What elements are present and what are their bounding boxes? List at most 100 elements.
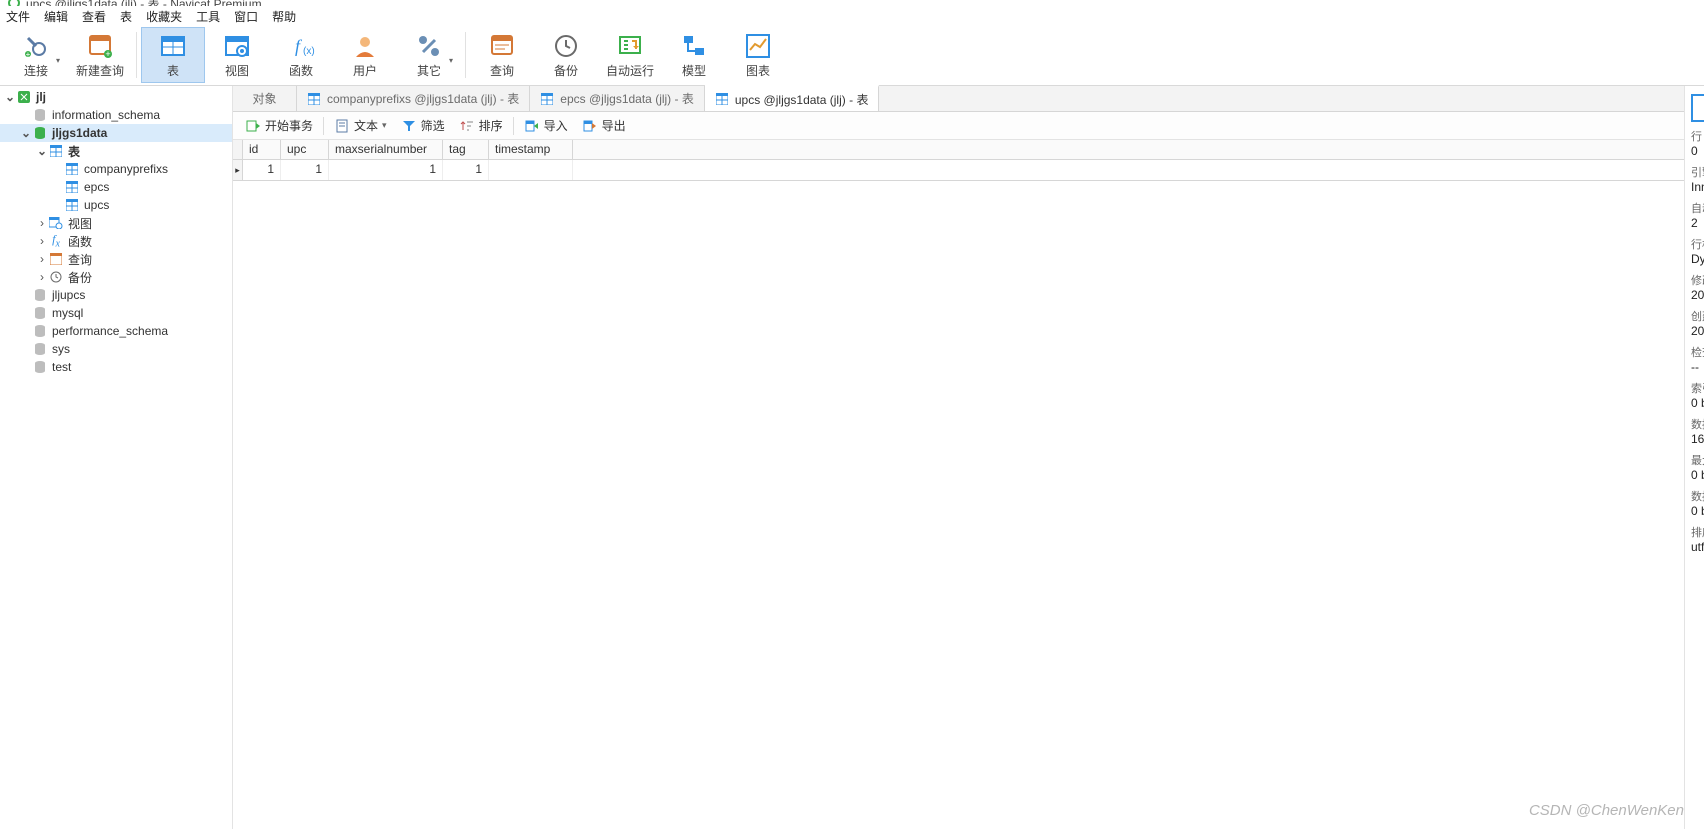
export-icon	[582, 118, 598, 134]
toolbar-button-func[interactable]: f(x)函数	[269, 27, 333, 83]
column-header-maxserialnumber[interactable]: maxserialnumber	[329, 140, 443, 159]
column-header-tag[interactable]: tag	[443, 140, 489, 159]
tree-item-jljupcs[interactable]: jljupcs	[0, 286, 232, 304]
menu-item-0[interactable]: 文件	[6, 8, 30, 26]
toolbar-label: 函数	[289, 62, 313, 79]
data-grid[interactable]: idupcmaxserialnumbertagtimestamp▸1111	[233, 140, 1684, 181]
connection-tree[interactable]: ⌄jljinformation_schema ⌄ jljgs1data ⌄表compa…	[0, 86, 233, 829]
auto-icon	[616, 32, 644, 60]
info-label: 数据	[1691, 488, 1704, 504]
cell-maxserialnumber[interactable]: 1	[329, 160, 443, 180]
export-button[interactable]: 导出	[576, 115, 632, 136]
menu-item-5[interactable]: 工具	[196, 8, 220, 26]
tree-arrow-icon[interactable]: ›	[36, 216, 48, 230]
tree-arrow-icon[interactable]: ⌄	[20, 126, 32, 140]
tree-item-mysql[interactable]: mysql	[0, 304, 232, 322]
chart-icon	[744, 32, 772, 60]
tree-item-备份[interactable]: ›备份	[0, 268, 232, 286]
tree-item-upcs[interactable]: upcs	[0, 196, 232, 214]
tree-label: jljgs1data	[52, 126, 107, 140]
tree-arrow-icon[interactable]: ⌄	[36, 144, 48, 158]
tree-item-查询[interactable]: ›查询	[0, 250, 232, 268]
tab-label: upcs @jljgs1data (jlj) - 表	[735, 91, 869, 108]
row-handle[interactable]: ▸	[233, 160, 243, 180]
sub-label: 导出	[602, 117, 626, 134]
tree-item-test[interactable]: test	[0, 358, 232, 376]
toolbar-button-other[interactable]: 其它▾	[397, 27, 461, 83]
menu-item-4[interactable]: 收藏夹	[146, 8, 182, 26]
arrow-play-icon	[245, 118, 261, 134]
import-button[interactable]: 导入	[518, 115, 574, 136]
toolbar-button-chart[interactable]: 图表	[726, 27, 790, 83]
toolbar-button-backup[interactable]: 备份	[534, 27, 598, 83]
tree-arrow-icon[interactable]: ›	[36, 270, 48, 284]
toolbar-separator	[136, 32, 137, 78]
tree-arrow-icon[interactable]: ⌄	[4, 90, 16, 104]
conn-icon	[16, 89, 32, 105]
tools-icon	[415, 32, 443, 60]
db-icon	[32, 287, 48, 303]
app-logo-icon	[8, 0, 20, 6]
table-icon	[159, 32, 187, 60]
toolbar-button-newquery[interactable]: +新建查询	[68, 27, 132, 83]
tree-item-jljgs1data[interactable]: ⌄ jljgs1data	[0, 124, 232, 142]
tab-strip: 对象companyprefixs @jljgs1data (jlj) - 表ep…	[233, 86, 1684, 112]
grid-row[interactable]: ▸1111	[233, 160, 1684, 180]
sort-button[interactable]: 排序	[453, 115, 509, 136]
toolbar-button-view[interactable]: 视图	[205, 27, 269, 83]
tree-item-视图[interactable]: ›视图	[0, 214, 232, 232]
info-value: Dyn	[1691, 252, 1704, 266]
tree-arrow-icon[interactable]: ›	[36, 234, 48, 248]
column-header-timestamp[interactable]: timestamp	[489, 140, 573, 159]
tree-label: performance_schema	[52, 324, 168, 338]
tree-item-函数[interactable]: ›fx函数	[0, 232, 232, 250]
info-label: 索引	[1691, 380, 1704, 396]
toolbar-label: 自动运行	[606, 62, 654, 79]
toolbar-button-auto[interactable]: 自动运行	[598, 27, 662, 83]
dbg-icon	[32, 125, 48, 141]
table-icon	[64, 161, 80, 177]
tree-label: test	[52, 360, 71, 374]
begin-transaction-button[interactable]: 开始事务	[239, 115, 319, 136]
db-icon	[32, 359, 48, 375]
cell-timestamp[interactable]	[489, 160, 573, 180]
info-value: 0	[1691, 144, 1704, 158]
info-label: 修改	[1691, 272, 1704, 288]
menu-item-7[interactable]: 帮助	[272, 8, 296, 26]
separator	[513, 117, 514, 135]
tab-2[interactable]: epcs @jljgs1data (jlj) - 表	[530, 86, 705, 111]
tree-label: upcs	[84, 198, 109, 212]
cell-upc[interactable]: 1	[281, 160, 329, 180]
backup-icon	[552, 32, 580, 60]
menu-item-6[interactable]: 窗口	[234, 8, 258, 26]
column-header-upc[interactable]: upc	[281, 140, 329, 159]
table-icon	[307, 92, 321, 106]
toolbar-button-query[interactable]: 查询	[470, 27, 534, 83]
tree-item-epcs[interactable]: epcs	[0, 178, 232, 196]
toolbar-button-user[interactable]: 用户	[333, 27, 397, 83]
tab-3[interactable]: upcs @jljgs1data (jlj) - 表	[705, 85, 880, 111]
db-icon	[32, 107, 48, 123]
cell-tag[interactable]: 1	[443, 160, 489, 180]
filter-button[interactable]: 筛选	[395, 115, 451, 136]
tree-item-companyprefixs[interactable]: companyprefixs	[0, 160, 232, 178]
menu-item-3[interactable]: 表	[120, 8, 132, 26]
tree-item-performance_schema[interactable]: performance_schema	[0, 322, 232, 340]
tree-item-jlj[interactable]: ⌄jlj	[0, 88, 232, 106]
menu-item-2[interactable]: 查看	[82, 8, 106, 26]
tree-item-表[interactable]: ⌄表	[0, 142, 232, 160]
tab-0[interactable]: 对象	[233, 86, 297, 111]
toolbar-button-model[interactable]: 模型	[662, 27, 726, 83]
tree-item-sys[interactable]: sys	[0, 340, 232, 358]
grid-header: idupcmaxserialnumbertagtimestamp	[233, 140, 1684, 160]
tree-arrow-icon[interactable]: ›	[36, 252, 48, 266]
toolbar-button-table[interactable]: 表	[141, 27, 205, 83]
menu-item-1[interactable]: 编辑	[44, 8, 68, 26]
sub-label: 导入	[544, 117, 568, 134]
tree-item-information_schema[interactable]: information_schema	[0, 106, 232, 124]
tab-1[interactable]: companyprefixs @jljgs1data (jlj) - 表	[297, 86, 530, 111]
text-button[interactable]: 文本 ▾	[328, 115, 393, 136]
column-header-id[interactable]: id	[243, 140, 281, 159]
toolbar-button-connect[interactable]: +连接▾	[4, 27, 68, 83]
cell-id[interactable]: 1	[243, 160, 281, 180]
